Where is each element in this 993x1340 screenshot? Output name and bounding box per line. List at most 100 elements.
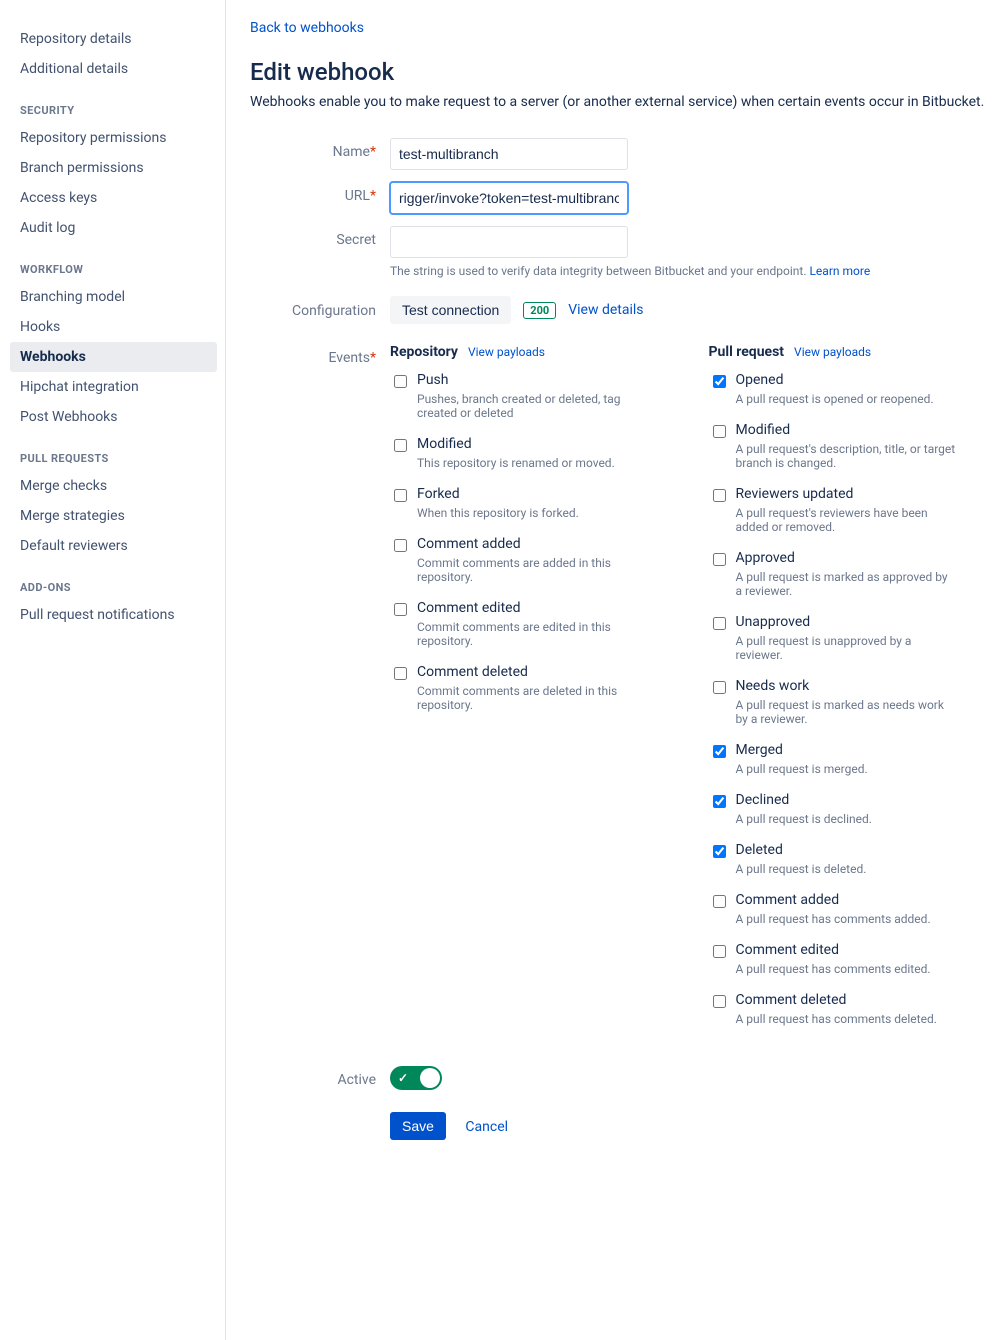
sidebar-item-webhooks[interactable]: Webhooks xyxy=(10,342,217,372)
event-checkbox[interactable] xyxy=(713,425,726,438)
secret-label: Secret xyxy=(250,226,390,248)
url-input[interactable] xyxy=(390,182,628,214)
sidebar-item-merge-checks[interactable]: Merge checks xyxy=(10,471,217,501)
event-checkbox[interactable] xyxy=(394,667,407,680)
event-description: A pull request is marked as needs work b… xyxy=(736,698,956,726)
events-column-title: Repository xyxy=(390,344,458,360)
event-checkbox[interactable] xyxy=(713,745,726,758)
event-title: Modified xyxy=(736,422,956,438)
event-item: Forked When this repository is forked. xyxy=(390,486,675,520)
event-checkbox[interactable] xyxy=(713,617,726,630)
back-to-webhooks-link[interactable]: Back to webhooks xyxy=(250,20,364,36)
main-content: Back to webhooks Edit webhook Webhooks e… xyxy=(226,0,993,1340)
check-icon: ✓ xyxy=(398,1071,408,1085)
event-description: When this repository is forked. xyxy=(417,506,579,520)
secret-help-text: The string is used to verify data integr… xyxy=(390,264,993,278)
event-title: Push xyxy=(417,372,637,388)
event-checkbox[interactable] xyxy=(713,375,726,388)
active-label: Active xyxy=(250,1072,390,1088)
event-description: A pull request has comments edited. xyxy=(736,962,931,976)
event-checkbox[interactable] xyxy=(713,845,726,858)
events-label: Events* xyxy=(250,344,390,366)
active-toggle[interactable]: ✓ xyxy=(390,1066,442,1090)
sidebar-item-access-keys[interactable]: Access keys xyxy=(10,183,217,213)
page-title: Edit webhook xyxy=(250,58,993,86)
event-item: Unapproved A pull request is unapproved b… xyxy=(709,614,993,662)
event-checkbox[interactable] xyxy=(394,375,407,388)
event-checkbox[interactable] xyxy=(713,489,726,502)
test-connection-button[interactable]: Test connection xyxy=(390,296,511,324)
sidebar-item-audit-log[interactable]: Audit log xyxy=(10,213,217,243)
events-column-pull-request: Pull requestView payloadsOpenedA pull re… xyxy=(709,344,993,1042)
view-payloads-link[interactable]: View payloads xyxy=(468,345,545,359)
event-checkbox[interactable] xyxy=(713,553,726,566)
sidebar-item-hooks[interactable]: Hooks xyxy=(10,312,217,342)
event-item: Modified This repository is renamed or mo… xyxy=(390,436,675,470)
event-checkbox[interactable] xyxy=(394,489,407,502)
event-checkbox[interactable] xyxy=(394,539,407,552)
sidebar-item-repo-permissions[interactable]: Repository permissions xyxy=(10,123,217,153)
events-column-repository: Repository View payloads Push Pushes, branc… xyxy=(390,344,675,1042)
event-title: Approved xyxy=(736,550,956,566)
settings-sidebar: Repository detailsAdditional details SEC… xyxy=(0,0,226,1340)
event-description: A pull request is deleted. xyxy=(736,862,867,876)
event-description: A pull request is unapproved by a review… xyxy=(736,634,956,662)
event-description: Commit comments are deleted in this repo… xyxy=(417,684,637,712)
sidebar-item-merge-strategies[interactable]: Merge strategies xyxy=(10,501,217,531)
event-title: Deleted xyxy=(736,842,867,858)
event-item: Comment edited Commit comments are edited… xyxy=(390,600,675,648)
configuration-label: Configuration xyxy=(250,301,390,319)
sidebar-heading: ADD-ONS xyxy=(10,575,217,600)
event-item: Comment deletedA pull request has commen… xyxy=(709,992,993,1026)
cancel-button[interactable]: Cancel xyxy=(455,1113,518,1141)
events-column-title: Pull request xyxy=(709,344,785,360)
url-label: URL* xyxy=(250,182,390,204)
sidebar-item-hipchat[interactable]: Hipchat integration xyxy=(10,372,217,402)
event-checkbox[interactable] xyxy=(713,995,726,1008)
sidebar-item-branching-model[interactable]: Branching model xyxy=(10,282,217,312)
event-item: Deleted A pull request is deleted. xyxy=(709,842,993,876)
name-input[interactable] xyxy=(390,138,628,170)
event-description: A pull request is merged. xyxy=(736,762,868,776)
event-item: DeclinedA pull request is declined. xyxy=(709,792,993,826)
event-item: Comment addedA pull request has comments… xyxy=(709,892,993,926)
event-title: Comment deleted xyxy=(417,664,637,680)
sidebar-item-post-webhooks[interactable]: Post Webhooks xyxy=(10,402,217,432)
event-description: A pull request is marked as approved by … xyxy=(736,570,956,598)
event-checkbox[interactable] xyxy=(713,681,726,694)
event-description: A pull request's reviewers have been add… xyxy=(736,506,956,534)
event-checkbox[interactable] xyxy=(713,795,726,808)
event-description: A pull request has comments deleted. xyxy=(736,1012,937,1026)
sidebar-item-additional-details[interactable]: Additional details xyxy=(10,54,217,84)
event-title: Comment edited xyxy=(417,600,637,616)
sidebar-item-branch-permissions[interactable]: Branch permissions xyxy=(10,153,217,183)
view-details-link[interactable]: View details xyxy=(568,302,643,318)
event-title: Comment added xyxy=(736,892,931,908)
event-description: This repository is renamed or moved. xyxy=(417,456,615,470)
sidebar-heading: PULL REQUESTS xyxy=(10,446,217,471)
sidebar-item-default-reviewers[interactable]: Default reviewers xyxy=(10,531,217,561)
event-checkbox[interactable] xyxy=(713,895,726,908)
event-checkbox[interactable] xyxy=(713,945,726,958)
event-checkbox[interactable] xyxy=(394,603,407,616)
sidebar-heading: SECURITY xyxy=(10,98,217,123)
event-title: Forked xyxy=(417,486,579,502)
learn-more-link[interactable]: Learn more xyxy=(809,264,870,278)
event-title: Merged xyxy=(736,742,868,758)
event-item: Needs workA pull request is marked as ne… xyxy=(709,678,993,726)
event-description: Commit comments are edited in this repos… xyxy=(417,620,637,648)
event-title: Unapproved xyxy=(736,614,956,630)
event-title: Modified xyxy=(417,436,615,452)
webhook-form: Name* URL* Secret xyxy=(250,138,993,1140)
sidebar-item-pr-notifications[interactable]: Pull request notifications xyxy=(10,600,217,630)
event-checkbox[interactable] xyxy=(394,439,407,452)
save-button[interactable]: Save xyxy=(390,1112,446,1140)
event-description: Pushes, branch created or deleted, tag c… xyxy=(417,392,637,420)
secret-input[interactable] xyxy=(390,226,628,258)
sidebar-item-repo-details[interactable]: Repository details xyxy=(10,24,217,54)
sidebar-heading: WORKFLOW xyxy=(10,257,217,282)
name-label: Name* xyxy=(250,138,390,160)
page-description: Webhooks enable you to make request to a… xyxy=(250,94,993,110)
view-payloads-link[interactable]: View payloads xyxy=(794,345,871,359)
toggle-knob xyxy=(420,1068,440,1088)
